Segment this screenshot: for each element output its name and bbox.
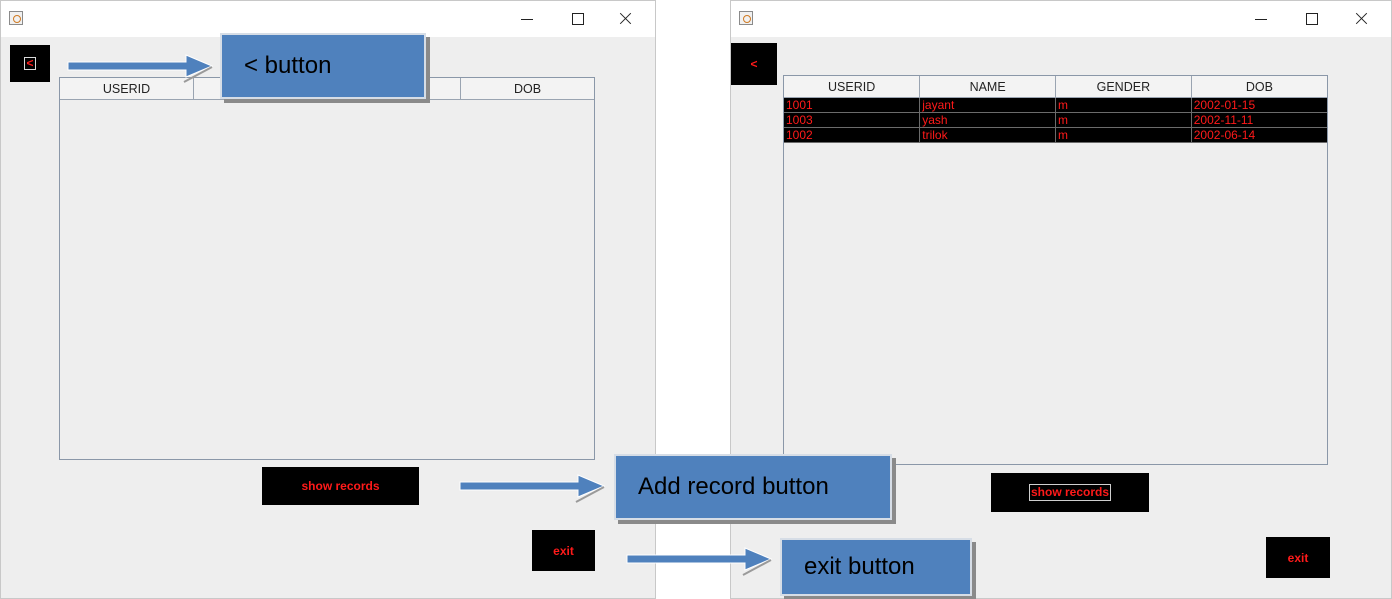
cell-dob[interactable]: 2002-11-11 xyxy=(1191,112,1327,128)
close-button[interactable] xyxy=(609,7,643,31)
cell-name[interactable]: jayant xyxy=(919,97,1056,113)
show-records-label: show records xyxy=(1028,484,1112,501)
cell-userid[interactable]: 1001 xyxy=(784,97,921,113)
close-icon xyxy=(1354,9,1370,27)
show-records-button[interactable]: show records xyxy=(991,473,1149,512)
title-bar xyxy=(1,1,655,37)
minimize-button[interactable] xyxy=(511,7,545,31)
exit-button[interactable]: exit xyxy=(532,530,595,571)
title-bar xyxy=(731,1,1391,37)
add-record-callout: Add record button xyxy=(614,454,892,520)
show-records-button[interactable]: show records xyxy=(262,467,419,505)
cell-userid[interactable]: 1002 xyxy=(784,127,921,143)
back-button[interactable]: < xyxy=(10,45,50,82)
table-row[interactable]: 1002 trilok m 2002-06-14 xyxy=(784,127,1327,143)
cell-name[interactable]: yash xyxy=(919,112,1056,128)
cell-userid[interactable]: 1003 xyxy=(784,112,921,128)
callout-text: exit button xyxy=(804,553,915,580)
maximize-button[interactable] xyxy=(1295,7,1329,31)
java-icon xyxy=(9,11,23,25)
column-header-userid[interactable]: USERID xyxy=(784,76,921,98)
arrow-icon xyxy=(459,474,606,503)
show-records-label: show records xyxy=(301,479,380,493)
cell-gender[interactable]: m xyxy=(1055,127,1192,143)
column-header[interactable]: DOB xyxy=(460,78,594,100)
java-icon xyxy=(739,11,753,25)
records-table[interactable]: USERID NAME GENDER DOB 1001 jayant m 200… xyxy=(783,75,1328,465)
close-button[interactable] xyxy=(1345,7,1379,31)
cell-dob[interactable]: 2002-06-14 xyxy=(1191,127,1327,143)
column-header-dob[interactable]: DOB xyxy=(1191,76,1327,98)
arrow-icon xyxy=(67,54,214,83)
callout-text: < button xyxy=(244,52,332,79)
cell-name[interactable]: trilok xyxy=(919,127,1056,143)
back-button-label: < xyxy=(24,56,36,70)
arrow-icon xyxy=(626,547,773,576)
column-header-gender[interactable]: GENDER xyxy=(1055,76,1192,98)
maximize-button[interactable] xyxy=(561,7,595,31)
minimize-button[interactable] xyxy=(1245,7,1279,31)
back-button-label: < xyxy=(750,57,758,71)
exit-label: exit xyxy=(1287,550,1309,565)
callout-text: Add record button xyxy=(638,473,829,500)
exit-callout: exit button xyxy=(780,538,972,596)
cell-gender[interactable]: m xyxy=(1055,112,1192,128)
close-icon xyxy=(618,9,634,27)
table-row[interactable]: 1001 jayant m 2002-01-15 xyxy=(784,97,1327,113)
cell-gender[interactable]: m xyxy=(1055,97,1192,113)
minimize-icon xyxy=(521,19,533,20)
table-row[interactable]: 1003 yash m 2002-11-11 xyxy=(784,112,1327,128)
back-button[interactable]: < xyxy=(731,43,777,85)
column-header-name[interactable]: NAME xyxy=(919,76,1056,98)
maximize-icon xyxy=(572,13,584,25)
exit-label: exit xyxy=(553,543,574,558)
back-button-callout: < button xyxy=(220,33,426,99)
exit-button[interactable]: exit xyxy=(1266,537,1330,578)
minimize-icon xyxy=(1255,19,1267,20)
maximize-icon xyxy=(1306,13,1318,25)
table-header-row: USERID NAME GENDER DOB xyxy=(784,76,1327,98)
cell-dob[interactable]: 2002-01-15 xyxy=(1191,97,1327,113)
records-table[interactable]: USERID DOB xyxy=(59,77,595,460)
